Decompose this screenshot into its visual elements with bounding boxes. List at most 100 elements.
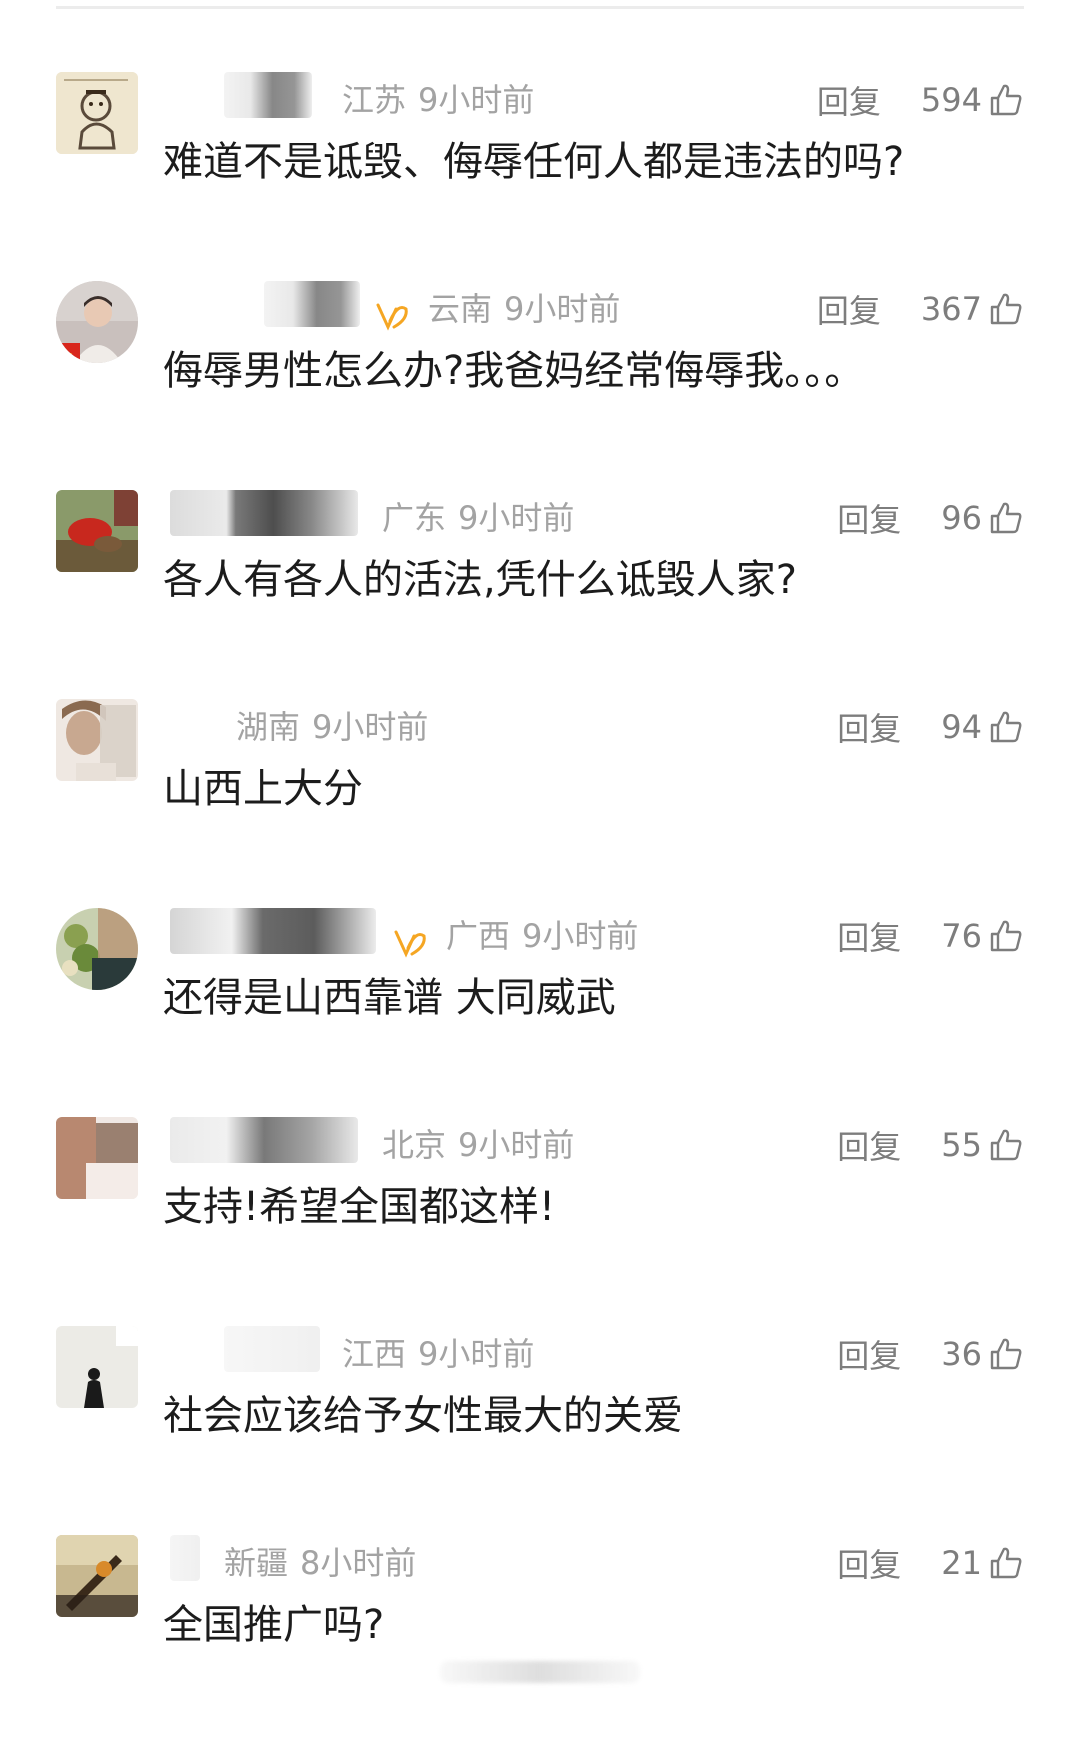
comment-meta: 广西 9小时前 bbox=[446, 916, 638, 956]
username-redacted[interactable] bbox=[170, 490, 358, 536]
thumbs-up-icon bbox=[990, 1129, 1022, 1161]
username-redacted[interactable] bbox=[224, 72, 312, 118]
timestamp: 9小时前 bbox=[418, 81, 535, 119]
username-redacted[interactable] bbox=[170, 1535, 200, 1581]
animal-photo-avatar-icon bbox=[56, 490, 138, 572]
reply-button[interactable]: 回复 bbox=[837, 1122, 901, 1168]
vip-badge-icon bbox=[376, 303, 408, 331]
avatar[interactable] bbox=[56, 1326, 138, 1408]
comment-text: 还得是山西靠谱 大同威武 bbox=[163, 975, 616, 1021]
timestamp: 9小时前 bbox=[522, 917, 639, 955]
like-button[interactable]: 76 bbox=[941, 917, 1024, 955]
reply-button[interactable]: 回复 bbox=[817, 286, 881, 332]
timestamp: 9小时前 bbox=[312, 708, 429, 746]
like-count: 36 bbox=[941, 1335, 982, 1373]
reply-button[interactable]: 回复 bbox=[837, 1540, 901, 1586]
avatar[interactable] bbox=[56, 490, 138, 572]
reply-button[interactable]: 回复 bbox=[837, 704, 901, 750]
like-count: 96 bbox=[941, 499, 982, 537]
top-divider bbox=[56, 6, 1024, 9]
comment-item: 江苏 9小时前 回复 594 难道不是诋毁、侮辱任何人都是违法的吗? bbox=[0, 72, 1080, 281]
timestamp: 9小时前 bbox=[418, 1335, 535, 1373]
username-redacted[interactable] bbox=[224, 1326, 320, 1372]
reply-button[interactable]: 回复 bbox=[817, 77, 881, 123]
reply-button[interactable]: 回复 bbox=[837, 913, 901, 959]
comment-text: 山西上大分 bbox=[163, 766, 363, 812]
thumbs-up-icon bbox=[990, 84, 1022, 116]
like-button[interactable]: 55 bbox=[941, 1126, 1024, 1164]
plant-photo-avatar-icon bbox=[56, 908, 138, 990]
region-label: 广东 bbox=[382, 499, 447, 537]
comment-meta: 江西 9小时前 bbox=[342, 1334, 534, 1374]
comment-actions: 回复 367 bbox=[817, 286, 1024, 332]
comment-actions: 回复 594 bbox=[817, 77, 1024, 123]
region-label: 江苏 bbox=[342, 81, 407, 119]
comment-meta: 新疆 8小时前 bbox=[224, 1543, 416, 1583]
avatar[interactable] bbox=[56, 281, 138, 363]
comment-text: 各人有各人的活法,凭什么诋毁人家? bbox=[163, 557, 797, 603]
avatar[interactable] bbox=[56, 699, 138, 781]
comment-item: 广东 9小时前 回复 96 各人有各人的活法,凭什么诋毁人家? bbox=[0, 490, 1080, 699]
thumbs-up-icon bbox=[990, 711, 1022, 743]
silhouette-avatar-icon bbox=[56, 1326, 138, 1408]
thumbs-up-icon bbox=[990, 1338, 1022, 1370]
comment-item: 江西 9小时前 回复 36 社会应该给予女性最大的关爱 bbox=[0, 1326, 1080, 1535]
like-count: 76 bbox=[941, 917, 982, 955]
region-label: 云南 bbox=[428, 290, 493, 328]
comment-item: 湖南 9小时前 回复 94 山西上大分 bbox=[0, 699, 1080, 908]
like-count: 367 bbox=[920, 290, 982, 328]
sketch-avatar-icon bbox=[56, 72, 138, 154]
like-button[interactable]: 21 bbox=[941, 1544, 1024, 1582]
bottom-watermark bbox=[440, 1661, 640, 1683]
like-count: 21 bbox=[941, 1544, 982, 1582]
avatar[interactable] bbox=[56, 908, 138, 990]
comment-actions: 回复 94 bbox=[837, 704, 1024, 750]
comment-item: 广西 9小时前 回复 76 还得是山西靠谱 大同威武 bbox=[0, 908, 1080, 1117]
blurred-avatar-icon bbox=[56, 1117, 138, 1199]
object-photo-avatar-icon bbox=[56, 1535, 138, 1617]
vip-badge-icon bbox=[394, 930, 426, 958]
blurred-face-avatar-icon bbox=[56, 699, 138, 781]
reply-button[interactable]: 回复 bbox=[837, 1331, 901, 1377]
region-label: 北京 bbox=[382, 1126, 447, 1164]
comment-text: 侮辱男性怎么办?我爸妈经常侮辱我。。。 bbox=[163, 348, 865, 394]
avatar[interactable] bbox=[56, 1535, 138, 1617]
username-redacted[interactable] bbox=[264, 281, 360, 327]
timestamp: 9小时前 bbox=[458, 1126, 575, 1164]
comment-meta: 湖南 9小时前 bbox=[236, 707, 428, 747]
comment-text: 社会应该给予女性最大的关爱 bbox=[163, 1393, 683, 1439]
region-label: 湖南 bbox=[236, 708, 301, 746]
like-button[interactable]: 96 bbox=[941, 499, 1024, 537]
region-label: 新疆 bbox=[224, 1544, 289, 1582]
comment-actions: 回复 96 bbox=[837, 495, 1024, 541]
like-button[interactable]: 36 bbox=[941, 1335, 1024, 1373]
comment-meta: 北京 9小时前 bbox=[382, 1125, 574, 1165]
comment-actions: 回复 21 bbox=[837, 1540, 1024, 1586]
person-photo-avatar-icon bbox=[56, 281, 138, 363]
like-button[interactable]: 594 bbox=[921, 81, 1024, 119]
timestamp: 8小时前 bbox=[300, 1544, 417, 1582]
thumbs-up-icon bbox=[990, 502, 1022, 534]
comment-text: 全国推广吗? bbox=[163, 1602, 385, 1648]
comment-list: 江苏 9小时前 回复 594 难道不是诋毁、侮辱任何人都是违法的吗? 云南 9小… bbox=[0, 72, 1080, 1744]
comment-actions: 回复 55 bbox=[837, 1122, 1024, 1168]
username-redacted[interactable] bbox=[170, 908, 376, 954]
thumbs-up-icon bbox=[990, 920, 1022, 952]
like-button[interactable]: 94 bbox=[941, 708, 1024, 746]
comment-meta: 江苏 9小时前 bbox=[342, 80, 534, 120]
like-button[interactable]: 367 bbox=[921, 290, 1024, 328]
avatar[interactable] bbox=[56, 72, 138, 154]
reply-button[interactable]: 回复 bbox=[837, 495, 901, 541]
like-count: 94 bbox=[941, 708, 982, 746]
username-redacted[interactable] bbox=[170, 1117, 358, 1163]
comment-actions: 回复 76 bbox=[837, 913, 1024, 959]
comment-actions: 回复 36 bbox=[837, 1331, 1024, 1377]
like-count: 594 bbox=[920, 81, 982, 119]
avatar[interactable] bbox=[56, 1117, 138, 1199]
thumbs-up-icon bbox=[990, 293, 1022, 325]
like-count: 55 bbox=[941, 1126, 982, 1164]
comment-meta: 云南 9小时前 bbox=[428, 289, 620, 329]
comment-item: 新疆 8小时前 回复 21 全国推广吗? bbox=[0, 1535, 1080, 1744]
region-label: 广西 bbox=[446, 917, 511, 955]
comment-meta: 广东 9小时前 bbox=[382, 498, 574, 538]
